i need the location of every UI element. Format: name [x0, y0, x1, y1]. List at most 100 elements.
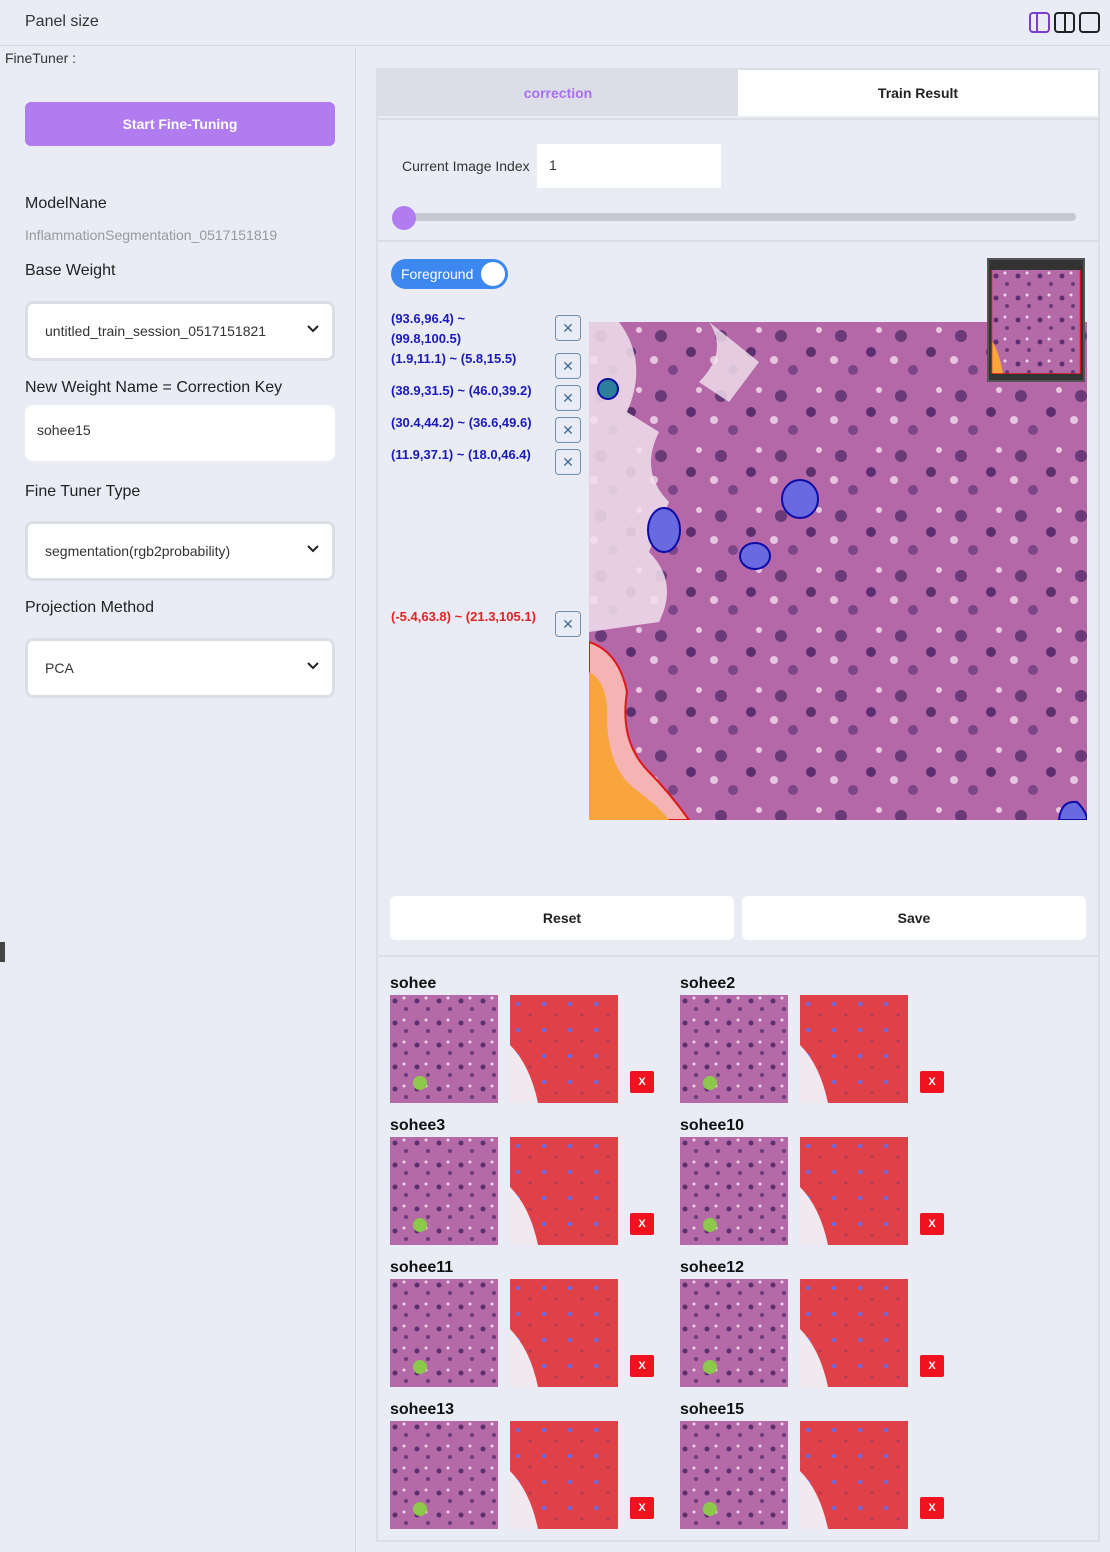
base-weight-select[interactable]: untitled_train_session_0517151821: [25, 301, 335, 361]
projection-method-select[interactable]: PCA: [25, 638, 335, 698]
coord-label-1: (1.9,11.1) ~ (5.8,15.5): [391, 351, 517, 366]
gallery-item-name: sohee3: [390, 1117, 446, 1134]
gallery-item-name: sohee12: [680, 1259, 745, 1276]
histology-image-canvas[interactable]: [589, 322, 1087, 820]
remove-coord-button[interactable]: ✕: [555, 353, 581, 379]
coord-text: (99.8,100.5): [391, 331, 462, 346]
current-image-index-value: 1: [549, 157, 557, 173]
remove-coord-button[interactable]: ✕: [555, 611, 581, 637]
original-thumbnail[interactable]: [680, 1137, 788, 1245]
gallery-item-name: sohee15: [680, 1401, 745, 1418]
finetuner-sidebar: FineTuner : Start Fine-Tuning ModelNane …: [0, 47, 356, 1552]
chevron-down-icon: [307, 545, 319, 553]
minimap-image: [991, 270, 1081, 374]
delete-correction-button[interactable]: X: [630, 1213, 654, 1235]
prediction-thumbnail[interactable]: [510, 1137, 618, 1245]
new-weight-label: New Weight Name = Correction Key: [25, 379, 283, 396]
panel-size-label: Panel size: [25, 13, 99, 30]
gallery-item-name: sohee: [390, 975, 437, 992]
new-weight-field[interactable]: [25, 405, 335, 461]
original-thumbnail[interactable]: [390, 995, 498, 1103]
gallery-item: sohee X: [390, 975, 690, 1115]
remove-coord-button[interactable]: ✕: [555, 315, 581, 341]
save-button[interactable]: Save: [742, 896, 1086, 940]
remove-coord-button[interactable]: ✕: [555, 385, 581, 411]
panel-split-layout-icon[interactable]: [1054, 12, 1075, 33]
chevron-down-icon: [307, 325, 319, 333]
correction-panel: correction Train Result Current Image In…: [376, 68, 1100, 1542]
original-thumbnail[interactable]: [390, 1137, 498, 1245]
original-thumbnail[interactable]: [390, 1421, 498, 1529]
gallery-item: sohee13 X: [390, 1401, 690, 1541]
prediction-thumbnail[interactable]: [510, 1279, 618, 1387]
gallery-item: sohee3 X: [390, 1117, 690, 1257]
gallery-item: sohee11 X: [390, 1259, 690, 1399]
gallery-item: sohee12 X: [680, 1259, 980, 1399]
fine-tuner-type-label: Fine Tuner Type: [25, 483, 141, 500]
original-thumbnail[interactable]: [680, 1279, 788, 1387]
remove-coord-button[interactable]: ✕: [555, 449, 581, 475]
fine-tuner-type-select[interactable]: segmentation(rgb2probability): [25, 521, 335, 581]
gallery-item: sohee2 X: [680, 975, 980, 1115]
image-index-slider-thumb[interactable]: [392, 206, 416, 230]
prediction-thumbnail[interactable]: [800, 1137, 908, 1245]
reset-button[interactable]: Reset: [390, 896, 734, 940]
start-fine-tuning-button[interactable]: Start Fine-Tuning: [25, 102, 335, 146]
tab-train-result[interactable]: Train Result: [738, 70, 1098, 116]
gallery-item: sohee15 X: [680, 1401, 980, 1541]
coord-label-0: (93.6,96.4) ~ (99.8,100.5): [391, 309, 465, 349]
coord-text: (93.6,96.4) ~: [391, 311, 466, 326]
prediction-thumbnail[interactable]: [800, 1279, 908, 1387]
gallery-item-name: sohee2: [680, 975, 736, 992]
remove-coord-button[interactable]: ✕: [555, 417, 581, 443]
panel-resize-handle[interactable]: [0, 942, 5, 962]
original-thumbnail[interactable]: [680, 1421, 788, 1529]
original-thumbnail[interactable]: [390, 1279, 498, 1387]
delete-correction-button[interactable]: X: [920, 1355, 944, 1377]
coord-label-4: (11.9,37.1) ~ (18.0,46.4): [391, 447, 531, 462]
current-image-index-label: Current Image Index: [402, 158, 530, 174]
prediction-thumbnail[interactable]: [800, 1421, 908, 1529]
prediction-thumbnail[interactable]: [510, 1421, 618, 1529]
gallery-item: sohee10 X: [680, 1117, 980, 1257]
image-index-slider[interactable]: [402, 213, 1076, 221]
toggle-knob: [481, 262, 505, 286]
coord-label-5: (-5.4,63.8) ~ (21.3,105.1): [391, 609, 536, 624]
new-weight-input[interactable]: [37, 422, 317, 438]
gallery-item-name: sohee13: [390, 1401, 455, 1418]
tab-bar: correction Train Result: [378, 70, 1098, 116]
projection-method-label: Projection Method: [25, 599, 154, 616]
annotation-section: Foreground (93.6,96.4) ~ (99.8,100.5) ✕ …: [378, 245, 1098, 957]
coord-label-2: (38.9,31.5) ~ (46.0,39.2): [391, 383, 532, 398]
delete-correction-button[interactable]: X: [920, 1071, 944, 1093]
gallery-item-name: sohee10: [680, 1117, 745, 1134]
top-bar: Panel size: [0, 0, 1110, 46]
delete-correction-button[interactable]: X: [630, 1355, 654, 1377]
foreground-toggle[interactable]: Foreground: [391, 259, 508, 289]
delete-correction-button[interactable]: X: [920, 1213, 944, 1235]
fine-tuner-type-value: segmentation(rgb2probability): [45, 543, 231, 559]
prediction-thumbnail[interactable]: [510, 995, 618, 1103]
minimap[interactable]: [987, 258, 1085, 382]
foreground-toggle-label: Foreground: [401, 266, 474, 282]
prediction-thumbnail[interactable]: [800, 995, 908, 1103]
gallery-item-name: sohee11: [390, 1259, 454, 1276]
tab-correction[interactable]: correction: [378, 70, 738, 116]
panel-left-layout-icon[interactable]: [1029, 12, 1050, 33]
current-image-index-input[interactable]: 1: [537, 144, 721, 188]
delete-correction-button[interactable]: X: [920, 1497, 944, 1519]
model-name-value: InflammationSegmentation_0517151819: [25, 227, 278, 243]
model-name-label: ModelNane: [25, 195, 107, 212]
projection-method-value: PCA: [45, 660, 74, 676]
panel-size-controls: [1029, 12, 1100, 33]
delete-correction-button[interactable]: X: [630, 1071, 654, 1093]
chevron-down-icon: [307, 662, 319, 670]
delete-correction-button[interactable]: X: [630, 1497, 654, 1519]
panel-full-layout-icon[interactable]: [1079, 12, 1100, 33]
coord-label-3: (30.4,44.2) ~ (36.6,49.6): [391, 415, 532, 430]
original-thumbnail[interactable]: [680, 995, 788, 1103]
finetuner-label: FineTuner :: [5, 50, 77, 66]
image-index-section: Current Image Index 1: [378, 118, 1098, 242]
base-weight-value: untitled_train_session_0517151821: [45, 323, 267, 339]
base-weight-label: Base Weight: [25, 262, 116, 279]
